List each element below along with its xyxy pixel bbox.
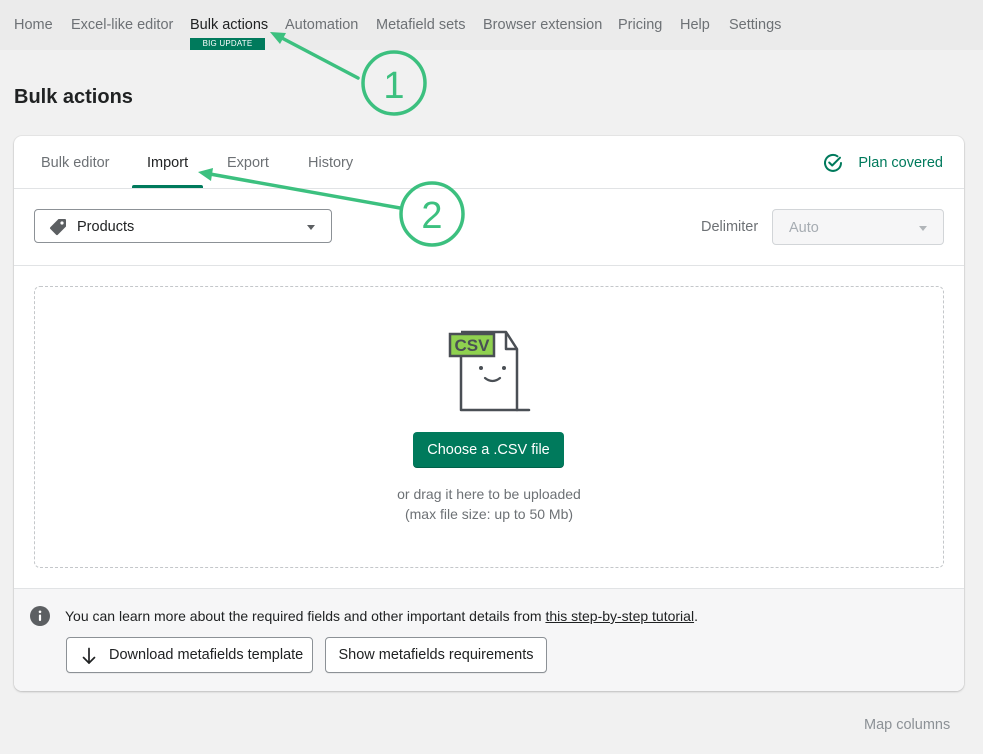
page-title: Bulk actions: [14, 86, 133, 108]
download-template-button[interactable]: Download metafields template: [66, 637, 313, 673]
info-text-before: You can learn more about the required fi…: [65, 608, 546, 624]
max-size-hint: (max file size: up to 50 Mb): [404, 506, 574, 522]
choose-csv-button[interactable]: Choose a .CSV file: [413, 432, 564, 468]
toolbar-divider: [14, 265, 964, 266]
tab-bulk-editor[interactable]: Bulk editor: [41, 155, 110, 171]
upload-hint: or drag it here to be uploaded: [397, 486, 581, 502]
nav-item-home[interactable]: Home: [14, 17, 53, 33]
info-icon: [30, 606, 50, 626]
nav-item-metafield-sets[interactable]: Metafield sets: [376, 17, 465, 33]
nav-item-browser-extension[interactable]: Browser extension: [483, 17, 602, 33]
chevron-down-icon: [307, 225, 315, 230]
download-template-label: Download metafields template: [109, 647, 304, 663]
csv-file-illustration: CSV: [448, 330, 531, 412]
info-text: You can learn more about the required fi…: [65, 608, 698, 624]
info-section: You can learn more about the required fi…: [14, 588, 964, 691]
tabs-divider: [14, 188, 964, 189]
big-update-badge: BIG UPDATE: [190, 38, 265, 50]
delimiter-value: Auto: [789, 220, 819, 236]
bulk-actions-card: Bulk editor Import Export History Plan c…: [14, 136, 964, 691]
nav-item-bulk-actions[interactable]: Bulk actions: [190, 17, 268, 33]
nav-item-automation[interactable]: Automation: [285, 17, 358, 33]
nav-item-settings[interactable]: Settings: [729, 17, 781, 33]
tab-import[interactable]: Import: [147, 155, 188, 171]
annotation-number-1: 1: [383, 65, 404, 107]
chevron-down-icon: [919, 226, 927, 231]
annotation-circle-1: [361, 50, 427, 116]
resource-type-value: Products: [77, 219, 135, 235]
map-columns-link[interactable]: Map columns: [864, 717, 950, 733]
top-navigation: Home Excel-like editor Bulk actions Auto…: [0, 0, 983, 50]
resource-type-select[interactable]: Products: [34, 209, 332, 243]
nav-item-pricing[interactable]: Pricing: [618, 17, 662, 33]
tutorial-link[interactable]: this step-by-step tutorial: [545, 608, 694, 624]
plan-status: Plan covered: [822, 153, 943, 173]
csv-dropzone[interactable]: CSV Choose a .CSV file or drag it here t…: [34, 286, 944, 568]
tab-history[interactable]: History: [308, 155, 353, 171]
arrow-down-icon: [82, 647, 96, 664]
delimiter-select[interactable]: Auto: [772, 209, 944, 245]
info-text-after: .: [694, 608, 698, 624]
csv-label: CSV: [455, 336, 491, 355]
nav-item-help[interactable]: Help: [680, 17, 710, 33]
tag-icon: [49, 219, 66, 236]
tab-export[interactable]: Export: [227, 155, 269, 171]
check-circle-icon: [824, 153, 843, 172]
plan-status-text: Plan covered: [858, 155, 943, 171]
show-requirements-button[interactable]: Show metafields requirements: [325, 637, 547, 673]
delimiter-label: Delimiter: [701, 219, 759, 235]
nav-item-excel-like-editor[interactable]: Excel-like editor: [71, 17, 173, 33]
